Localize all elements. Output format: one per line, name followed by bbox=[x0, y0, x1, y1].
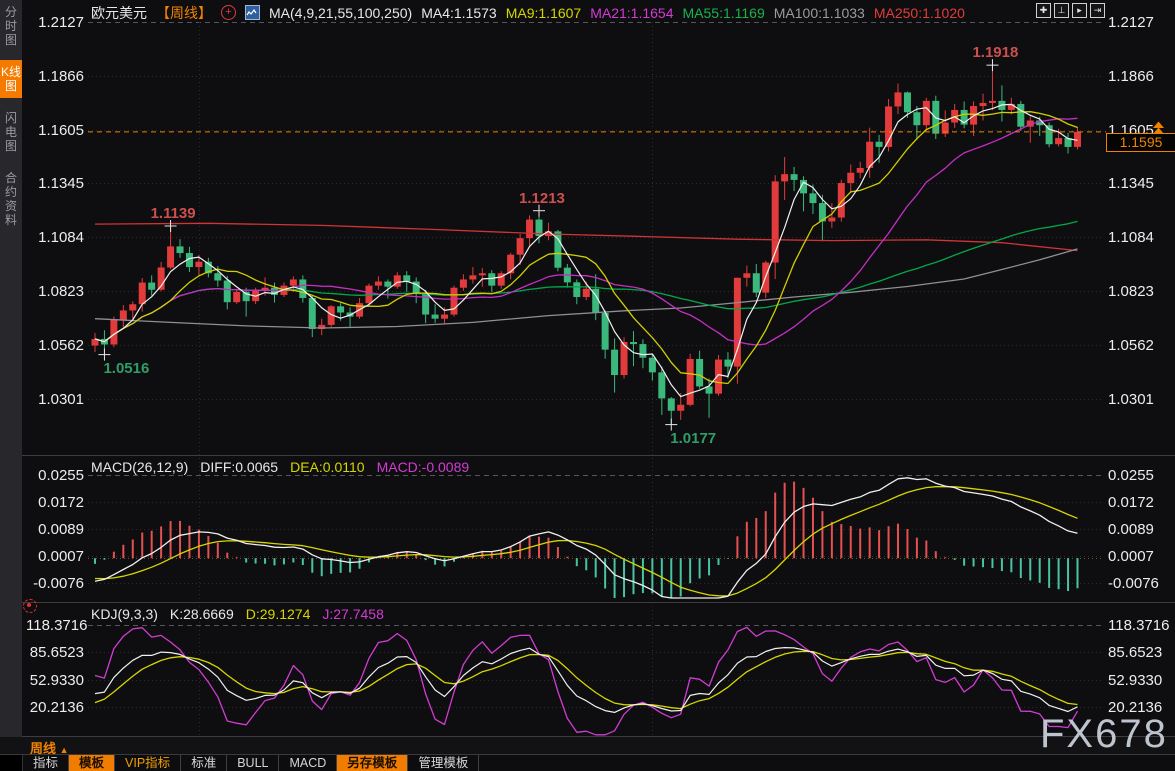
chart-type-icon[interactable] bbox=[245, 5, 260, 20]
macd-dea-value: DEA:0.0110 bbox=[290, 459, 364, 475]
timeframe-tag: 【周线】 bbox=[156, 3, 212, 23]
sidebar-item-contract-info[interactable]: 合约资料 bbox=[0, 166, 22, 232]
time-axis-bar: 周线 ▲ bbox=[0, 737, 1175, 754]
ma4-value: MA4:1.1573 bbox=[421, 5, 497, 21]
tab-manage-templates[interactable]: 管理模板 bbox=[408, 755, 479, 771]
kdj-d-value: D:29.1274 bbox=[246, 606, 311, 622]
crosshair-tool-icon[interactable]: ✚ bbox=[1036, 3, 1051, 18]
ma-group-label: MA(4,9,21,55,100,250) bbox=[269, 5, 412, 21]
sidebar-item-lightning[interactable]: 闪电图 bbox=[0, 106, 22, 158]
chart-mode-sidebar: 分时图 K线图 闪电图 合约资料 bbox=[0, 0, 22, 737]
add-indicator-icon[interactable]: + bbox=[221, 5, 236, 20]
tab-standard[interactable]: 标准 bbox=[181, 755, 227, 771]
kdj-k-value: K:28.6669 bbox=[170, 606, 234, 622]
chart-header: 欧元美元 【周线】 + MA(4,9,21,55,100,250) MA4:1.… bbox=[91, 4, 965, 21]
tab-macd[interactable]: MACD bbox=[279, 755, 337, 771]
watermark: FX678 bbox=[1040, 712, 1168, 757]
ma55-value: MA55:1.1169 bbox=[683, 5, 765, 21]
chart-toolbar: ✚ ⊥ ▸ ⇥ bbox=[1036, 3, 1105, 18]
expand-pane-icon[interactable]: ⇥ bbox=[1090, 3, 1105, 18]
ma9-value: MA9:1.1607 bbox=[506, 5, 582, 21]
kdj-title: KDJ(9,3,3) bbox=[91, 606, 158, 622]
kdj-header: KDJ(9,3,3) K:28.6669 D:29.1274 J:27.7458 bbox=[91, 606, 384, 622]
macd-header: MACD(26,12,9) DIFF:0.0065 DEA:0.0110 MAC… bbox=[91, 459, 469, 475]
symbol-title: 欧元美元 bbox=[91, 3, 147, 23]
tab-indicators[interactable]: 指标 bbox=[23, 755, 69, 771]
tab-vip-indicators[interactable]: VIP指标 bbox=[115, 755, 181, 771]
kdj-j-value: J:27.7458 bbox=[322, 606, 384, 622]
zoom-tool-icon[interactable]: ▸ bbox=[1072, 3, 1087, 18]
trading-app: 分时图 K线图 闪电图 合约资料 欧元美元 【周线】 + MA(4,9,21,5… bbox=[0, 0, 1175, 771]
tab-save-template[interactable]: 另存模板 bbox=[337, 755, 408, 771]
ma250-value: MA250:1.1020 bbox=[874, 5, 965, 21]
macd-bar-value: MACD:-0.0089 bbox=[377, 459, 470, 475]
ma21-value: MA21:1.1654 bbox=[590, 5, 673, 21]
ma100-value: MA100:1.1033 bbox=[774, 5, 865, 21]
alert-dot-icon[interactable] bbox=[23, 599, 37, 613]
indicator-pane-icon[interactable]: ⊥ bbox=[1054, 3, 1069, 18]
macd-title: MACD(26,12,9) bbox=[91, 459, 188, 475]
sidebar-item-timeshare[interactable]: 分时图 bbox=[0, 0, 22, 52]
tab-bull[interactable]: BULL bbox=[227, 755, 279, 771]
sidebar-item-kline[interactable]: K线图 bbox=[0, 60, 22, 98]
tab-templates[interactable]: 模板 bbox=[69, 755, 115, 771]
main-chart[interactable] bbox=[0, 0, 1175, 771]
indicator-tab-bar: 指标 模板 VIP指标 标准 BULL MACD 另存模板 管理模板 bbox=[0, 754, 1175, 771]
macd-diff-value: DIFF:0.0065 bbox=[200, 459, 278, 475]
corner-cell bbox=[0, 755, 23, 771]
current-price-badge: 1.1595 bbox=[1106, 133, 1175, 152]
